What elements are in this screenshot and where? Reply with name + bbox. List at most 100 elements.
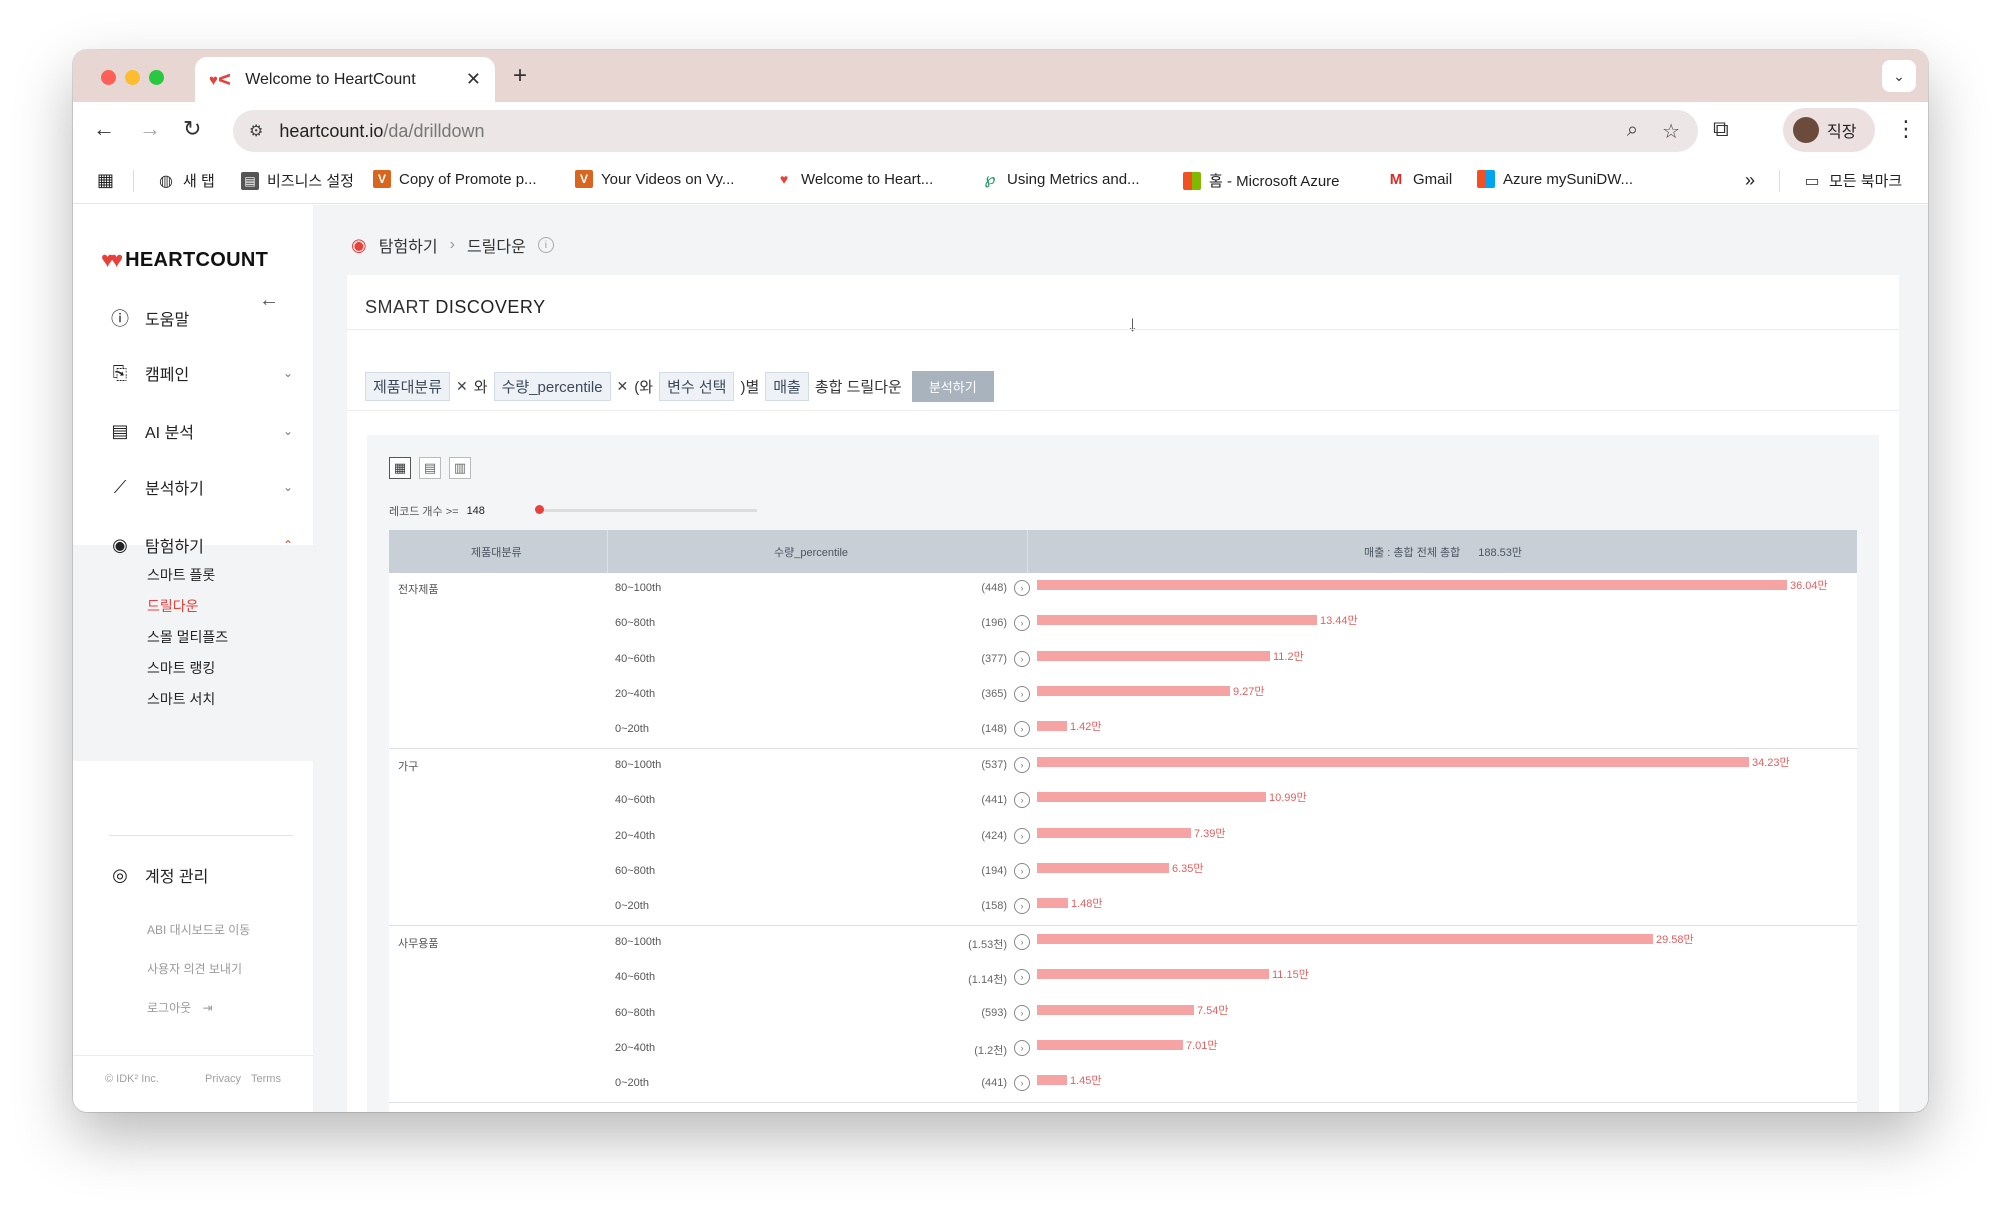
value-bar [1037, 615, 1317, 626]
arrow-down-icon[interactable]: ↓ [1127, 311, 1138, 337]
drill-in-icon[interactable]: › [1014, 1039, 1030, 1056]
send-feedback-link[interactable]: 사용자 의견 보내기 [147, 960, 242, 977]
bookmark-item[interactable]: ♥ Welcome to Heart... [775, 170, 933, 188]
table-row[interactable]: 60~80th (593) › 7.54만 [389, 998, 1857, 1033]
logout-link[interactable]: 로그아웃 ⇥ [147, 999, 213, 1016]
drill-in-icon[interactable]: › [1014, 862, 1030, 879]
bookmark-item[interactable]: ℘ Using Metrics and... [981, 170, 1139, 189]
sidebar-subitem-smart-ranking[interactable]: 스마트 랭킹 [147, 658, 215, 678]
user-circle-icon: ◎ [112, 864, 128, 885]
site-info-icon[interactable]: ⚙ [249, 121, 263, 141]
table-row[interactable]: 40~60th (1.14천) › 11.15만 [389, 962, 1857, 997]
sidebar-subitem-drilldown[interactable]: 드릴다운 [147, 596, 199, 616]
browser-menu-icon[interactable]: ⋮ [1895, 116, 1917, 142]
chevron-down-icon: ⌄ [282, 480, 293, 494]
drill-in-icon[interactable]: › [1014, 685, 1030, 702]
sidebar-item-help[interactable]: ⓘ 도움말 [109, 305, 293, 331]
table-row[interactable]: 40~60th (377) › 11.2만 [389, 644, 1857, 679]
drill-in-icon[interactable]: › [1014, 969, 1030, 986]
sidebar-subitem-small-multiples[interactable]: 스몰 멀티플즈 [147, 627, 228, 647]
browser-tab[interactable]: ♥ᐸ Welcome to HeartCount ✕ [195, 57, 495, 102]
table-row[interactable]: 40~60th (441) › 10.99만 [389, 785, 1857, 820]
bookmark-item[interactable]: M Gmail [1387, 170, 1452, 188]
table-view-icon[interactable]: ▦ [389, 457, 411, 479]
table-row[interactable]: 0~20th (158) › 1.48만 [389, 891, 1857, 926]
bookmark-item[interactable]: Azure mySuniDW... [1477, 170, 1633, 188]
drill-in-icon[interactable]: › [1014, 757, 1030, 773]
bookmark-item[interactable]: V Copy of Promote p... [373, 170, 537, 188]
zoom-icon[interactable]: ⌕ [1627, 119, 1638, 144]
sidebar-item-account[interactable]: ◎ 계정 관리 [109, 863, 293, 887]
minimize-window-button[interactable] [125, 70, 140, 85]
abi-dashboard-link[interactable]: ABI 대시보드로 이동 [147, 921, 250, 938]
grid-view-icon[interactable]: ▤ [419, 457, 441, 479]
value-label: 36.04만 [1790, 580, 1828, 592]
dimension-chip[interactable]: 수량_percentile [493, 372, 611, 401]
sidebar-item-analyze[interactable]: ⟋ 분석하기 ⌄ [109, 475, 293, 499]
all-bookmarks-button[interactable]: ▭ 모든 북마크 [1803, 170, 1902, 191]
drill-in-icon[interactable]: › [1014, 580, 1030, 596]
extensions-icon[interactable]: ⧉ [1713, 116, 1729, 142]
url-path: /da/drilldown [383, 120, 485, 141]
table-row[interactable]: 60~80th (196) › 13.44만 [389, 608, 1857, 643]
tab-search-chevron-icon[interactable]: ⌄ [1882, 60, 1916, 92]
sidebar-item-ai-analysis[interactable]: ▤ AI 분석 ⌄ [109, 419, 293, 443]
bookmark-item[interactable]: ▤ 비즈니스 설정 [241, 170, 354, 191]
sidebar-item-campaign[interactable]: ⎘ 캠페인 ⌄ [109, 361, 293, 385]
remove-icon[interactable]: ✕ [456, 378, 468, 395]
heartcount-logo[interactable]: ♥♥ HEARTCOUNT [101, 247, 268, 273]
back-icon[interactable]: ← [93, 116, 115, 142]
close-tab-icon[interactable]: ✕ [466, 69, 481, 90]
table-row[interactable]: 80~100th (537) › 34.23만 [389, 750, 1857, 785]
measure-chip[interactable]: 매출 [765, 372, 809, 401]
record-slider-track[interactable] [537, 509, 757, 512]
table-row[interactable]: 0~20th (441) › 1.45만 [389, 1068, 1857, 1103]
privacy-link[interactable]: Privacy [205, 1073, 241, 1085]
sidebar-subitem-smart-plot[interactable]: 스마트 플롯 [147, 565, 215, 585]
table-row[interactable]: 60~80th (194) › 6.35만 [389, 856, 1857, 891]
terms-link[interactable]: Terms [251, 1073, 281, 1085]
address-bar[interactable]: ⚙ heartcount.io/da/drilldown ⌕ ☆ [233, 110, 1698, 152]
record-slider-handle[interactable] [535, 505, 544, 514]
bookmark-item[interactable]: V Your Videos on Vy... [575, 170, 734, 188]
drill-in-icon[interactable]: › [1014, 650, 1030, 667]
table-row[interactable]: 20~40th (424) › 7.39만 [389, 821, 1857, 856]
drill-in-icon[interactable]: › [1014, 792, 1030, 809]
table-row[interactable]: 0~20th (148) › 1.42만 [389, 714, 1857, 749]
bookmark-item[interactable]: ◍ 새 탭 [157, 170, 215, 191]
profile-button[interactable]: 직장 [1783, 108, 1875, 152]
bookmark-star-icon[interactable]: ☆ [1662, 119, 1680, 144]
drill-in-icon[interactable]: › [1014, 721, 1030, 738]
drill-in-icon[interactable]: › [1014, 898, 1030, 915]
remove-icon[interactable]: ✕ [617, 378, 629, 395]
dimension-chip[interactable]: 제품대분류 [365, 372, 451, 401]
pivot-view-icon[interactable]: ▥ [449, 457, 471, 479]
analyze-button[interactable]: 분석하기 [911, 371, 994, 402]
microsoft-icon [1183, 171, 1201, 190]
sidebar-subitem-smart-search[interactable]: 스마트 서치 [147, 689, 215, 709]
forward-icon[interactable]: → [139, 116, 161, 142]
table-row[interactable]: 20~40th (365) › 9.27만 [389, 679, 1857, 714]
card-title-part: DISCOVERY [435, 297, 546, 317]
close-window-button[interactable] [101, 70, 116, 85]
maximize-window-button[interactable] [149, 70, 164, 85]
sidebar-item-explore[interactable]: ◉ 탐험하기 ⌃ [109, 533, 293, 557]
table-row[interactable]: 80~100th (1.53천) › 29.58만 [389, 927, 1857, 962]
new-tab-icon[interactable]: + [513, 62, 527, 90]
reload-icon[interactable]: ↻ [183, 116, 201, 142]
table-row[interactable]: 20~40th (1.2천) › 7.01만 [389, 1033, 1857, 1068]
breadcrumb-parent[interactable]: 탐험하기 [379, 233, 438, 257]
variable-select-chip[interactable]: 변수 선택 [659, 372, 735, 401]
info-icon[interactable]: i [537, 237, 554, 253]
drill-in-icon[interactable]: › [1014, 1004, 1030, 1021]
table-row[interactable]: 80~100th (448) › 36.04만 [389, 573, 1857, 608]
more-bookmarks-icon[interactable]: » [1745, 170, 1755, 191]
drill-in-icon[interactable]: › [1014, 934, 1030, 950]
value-bar [1037, 580, 1787, 590]
apps-grid-icon[interactable]: ▦ [97, 170, 114, 191]
drill-in-icon[interactable]: › [1014, 1075, 1030, 1092]
bookmark-item[interactable]: 홈 - Microsoft Azure [1183, 170, 1340, 191]
url-text[interactable]: heartcount.io/da/drilldown [279, 121, 484, 142]
drill-in-icon[interactable]: › [1014, 827, 1030, 844]
drill-in-icon[interactable]: › [1014, 615, 1030, 632]
